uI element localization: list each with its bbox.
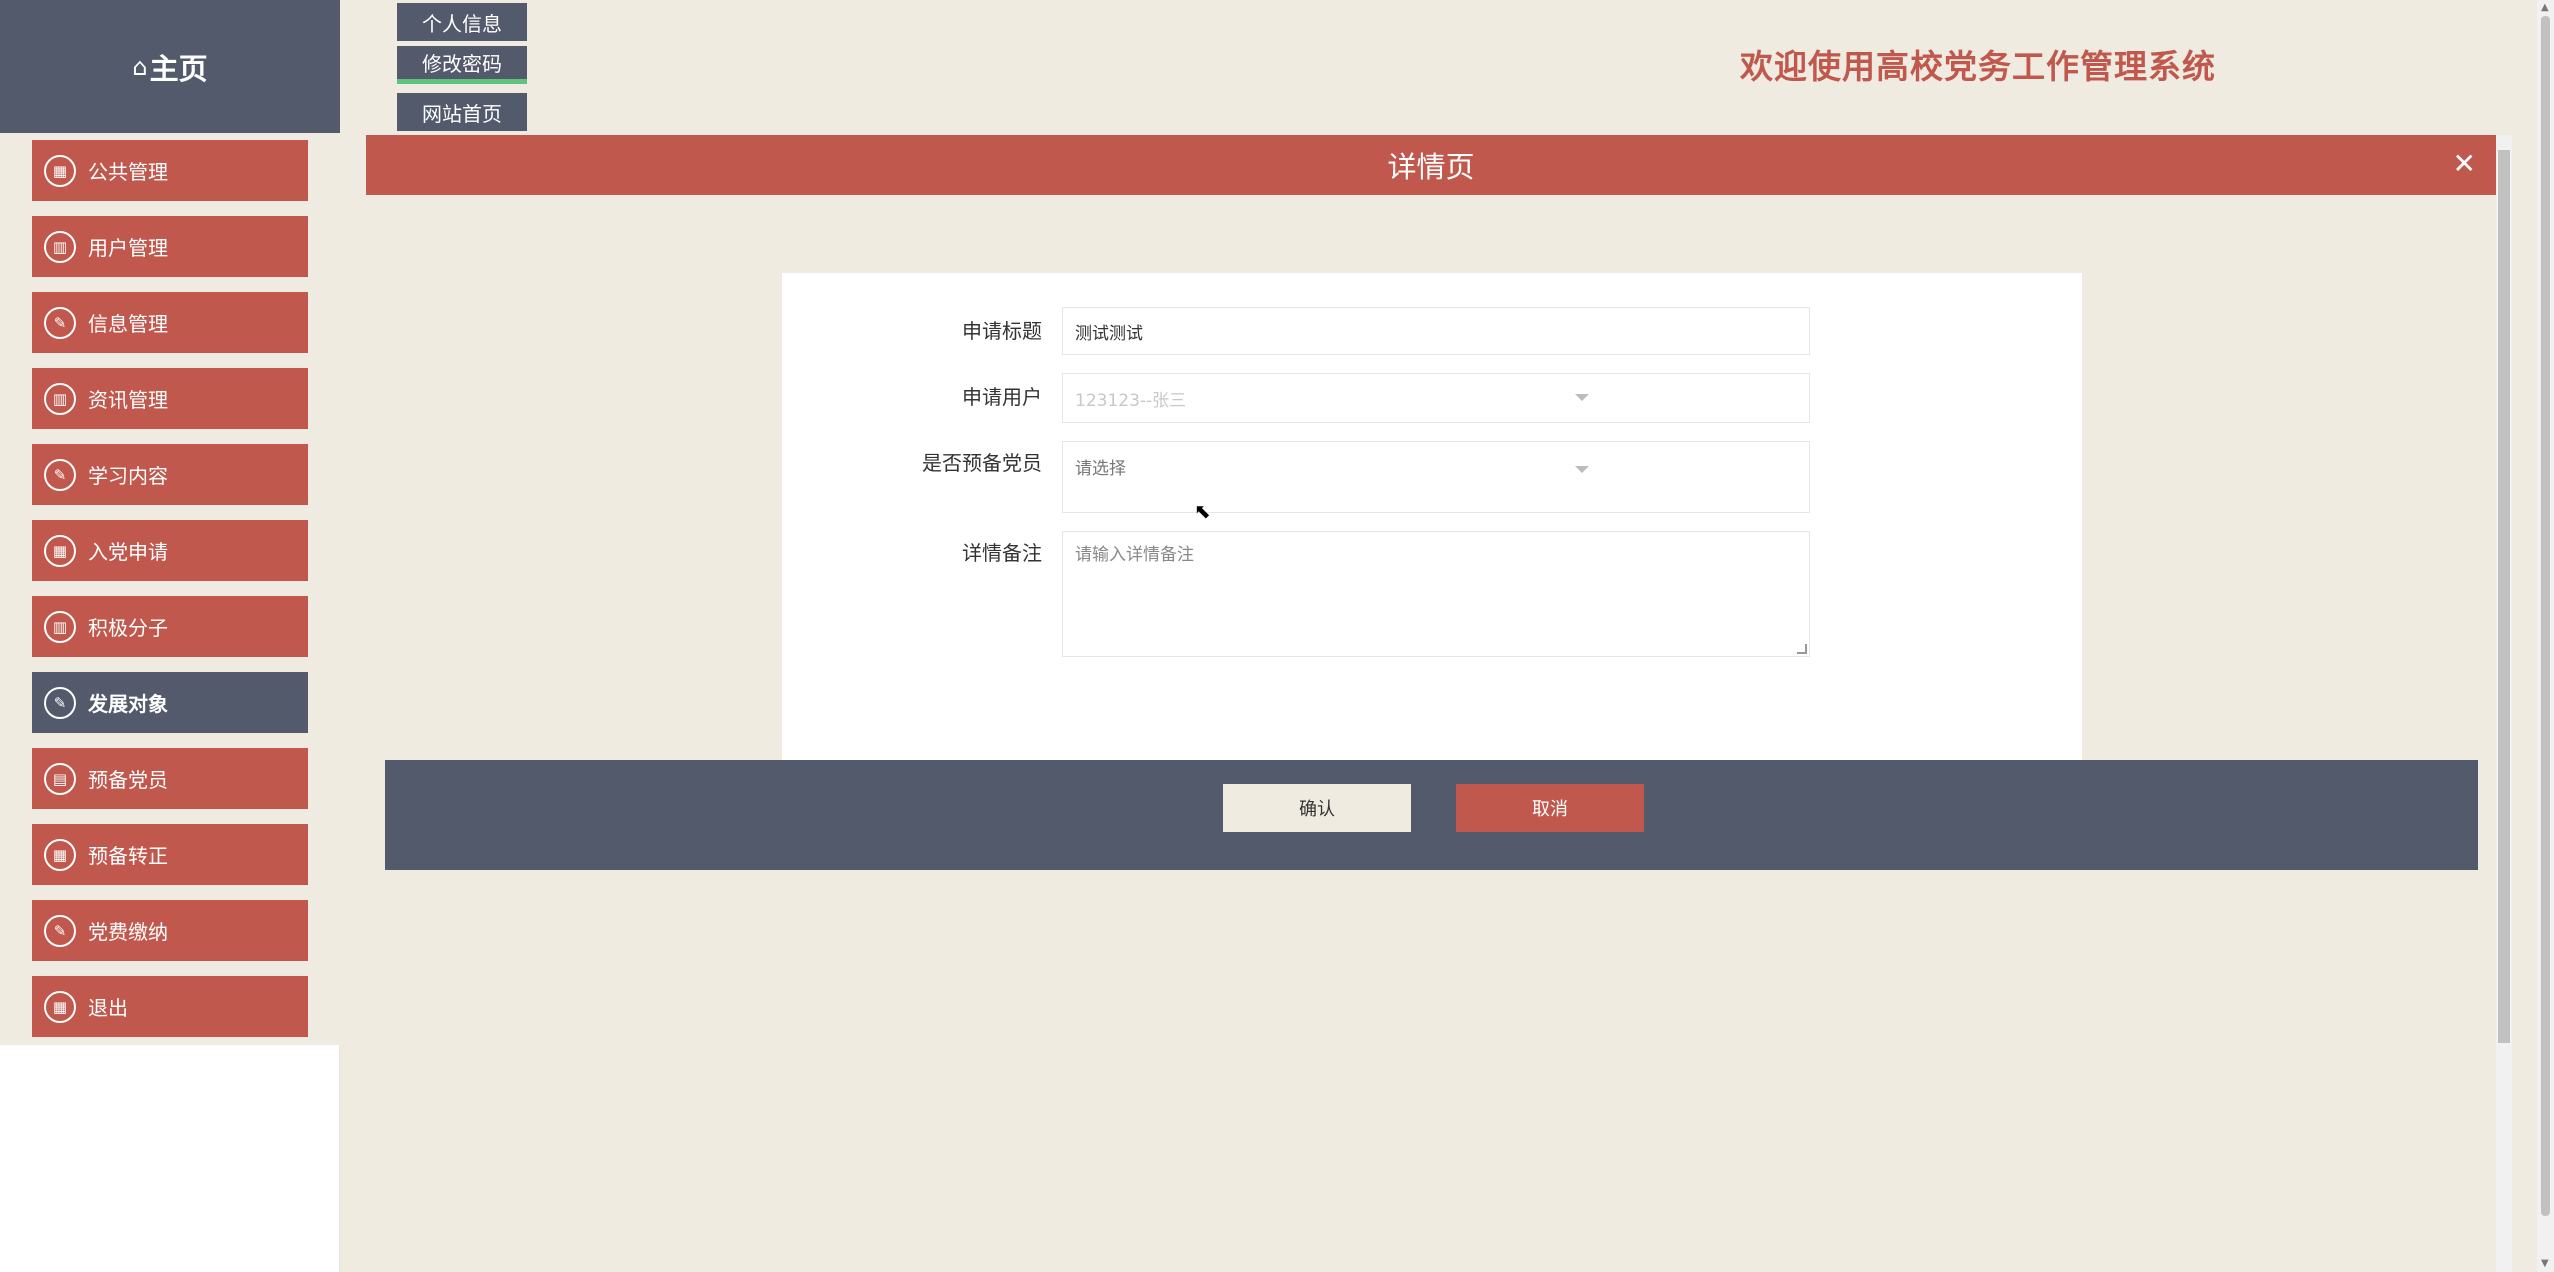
form-row-remark: 详情备注 请输入详情备注 [782, 531, 2082, 657]
bar-chart-icon: ▥ [44, 230, 76, 263]
panel-header: 详情页 ✕ [366, 135, 2496, 195]
sidebar-item-label: 学习内容 [88, 464, 168, 488]
confirm-button[interactable]: 确认 [1223, 784, 1411, 832]
panel-title: 详情页 [1387, 150, 1475, 184]
edit-icon: ✎ [44, 458, 76, 491]
panel-scrollbar-thumb[interactable] [2498, 150, 2510, 1043]
calendar-icon: ▦ [44, 990, 76, 1023]
apply-title-input[interactable]: 测试测试 [1062, 307, 1810, 355]
sidebar-item-label: 发展对象 [88, 692, 168, 716]
apply-title-label: 申请标题 [962, 319, 1042, 343]
sidebar-item-label: 用户管理 [88, 236, 168, 260]
welcome-title: 欢迎使用高校党务工作管理系统 [1740, 47, 2216, 86]
sidebar-item-application[interactable]: ▦ 入党申请 [32, 520, 308, 581]
page-scrollbar-thumb[interactable] [2541, 16, 2550, 1216]
profile-button[interactable]: 个人信息 [397, 3, 527, 41]
calendar-icon: ▦ [44, 534, 76, 567]
sidebar-item-logout[interactable]: ▦ 退出 [32, 976, 308, 1037]
chevron-down-icon [1575, 394, 1589, 401]
sidebar-item-users[interactable]: ▥ 用户管理 [32, 216, 308, 277]
home-icon: ⌂ [132, 52, 148, 81]
edit-icon: ✎ [44, 686, 76, 719]
sidebar-item-info[interactable]: ✎ 信息管理 [32, 292, 308, 353]
sidebar-item-dues[interactable]: ✎ 党费缴纳 [32, 900, 308, 961]
remark-textarea[interactable]: 请输入详情备注 [1062, 531, 1810, 657]
clipboard-icon: ▤ [44, 762, 76, 795]
sidebar-item-activists[interactable]: ▥ 积极分子 [32, 596, 308, 657]
is-reserve-select[interactable]: 请选择 [1062, 441, 1810, 513]
detail-form: 申请标题 测试测试 申请用户 123123--张三 是否预备党员 请选择 详情备… [782, 273, 2082, 813]
mouse-cursor-icon: ⬉ [1194, 499, 1211, 523]
home-label: 主页 [149, 51, 208, 86]
home-link[interactable]: ⌂ 主页 [0, 0, 340, 133]
sidebar-item-news[interactable]: ▥ 资讯管理 [32, 368, 308, 429]
chevron-down-icon [1575, 466, 1589, 473]
cancel-button[interactable]: 取消 [1456, 784, 1644, 832]
sidebar-footer-area [0, 1045, 340, 1272]
scroll-up-icon[interactable]: ▲ [2541, 2, 2549, 13]
sidebar-item-label: 退出 [88, 996, 128, 1020]
sidebar-item-probationary[interactable]: ▤ 预备党员 [32, 748, 308, 809]
sidebar-item-label: 预备转正 [88, 844, 168, 868]
sidebar-item-label: 公共管理 [88, 160, 168, 184]
change-password-button[interactable]: 修改密码 [397, 46, 527, 84]
apply-user-value: 123123--张三 [1075, 390, 1187, 411]
remark-label: 详情备注 [962, 541, 1042, 565]
calendar-icon: ▦ [44, 154, 76, 187]
scroll-down-icon[interactable]: ▼ [2541, 1258, 2549, 1269]
resize-handle-icon[interactable] [1797, 644, 1807, 654]
site-home-button[interactable]: 网站首页 [397, 93, 527, 131]
apply-user-label: 申请用户 [962, 385, 1042, 409]
action-bar: 确认 取消 [385, 760, 2478, 870]
sidebar-item-study[interactable]: ✎ 学习内容 [32, 444, 308, 505]
sidebar-item-conversion[interactable]: ▦ 预备转正 [32, 824, 308, 885]
form-row-user: 申请用户 123123--张三 [782, 373, 2082, 423]
sidebar-item-development[interactable]: ✎ 发展对象 [32, 672, 308, 733]
remark-placeholder: 请输入详情备注 [1075, 545, 1194, 565]
bar-chart-icon: ▥ [44, 610, 76, 643]
form-row-title: 申请标题 测试测试 [782, 307, 2082, 355]
close-icon[interactable]: ✕ [2453, 147, 2476, 180]
page: ⌂ 主页 ▦ 公共管理 ▥ 用户管理 ✎ 信息管理 ▥ 资讯管理 ✎ 学习内容 … [0, 0, 2554, 1272]
sidebar-item-label: 党费缴纳 [88, 920, 168, 944]
sidebar-item-label: 入党申请 [88, 540, 168, 564]
detail-panel: 详情页 ✕ 申请标题 测试测试 申请用户 123123--张三 是否预备党员 请… [366, 135, 2496, 1272]
sidebar-item-public[interactable]: ▦ 公共管理 [32, 140, 308, 201]
edit-icon: ✎ [44, 914, 76, 947]
sidebar-item-label: 预备党员 [88, 768, 168, 792]
bar-chart-icon: ▥ [44, 382, 76, 415]
form-row-reserve: 是否预备党员 请选择 [782, 441, 2082, 513]
sidebar-item-label: 积极分子 [88, 616, 168, 640]
sidebar-menu: ▦ 公共管理 ▥ 用户管理 ✎ 信息管理 ▥ 资讯管理 ✎ 学习内容 ▦ 入党申… [32, 140, 308, 1052]
edit-icon: ✎ [44, 306, 76, 339]
is-reserve-label: 是否预备党员 [922, 451, 1042, 475]
sidebar-item-label: 资讯管理 [88, 388, 168, 412]
calendar-icon: ▦ [44, 838, 76, 871]
apply-user-select[interactable]: 123123--张三 [1062, 373, 1810, 423]
is-reserve-placeholder: 请选择 [1075, 459, 1126, 479]
sidebar-item-label: 信息管理 [88, 312, 168, 336]
